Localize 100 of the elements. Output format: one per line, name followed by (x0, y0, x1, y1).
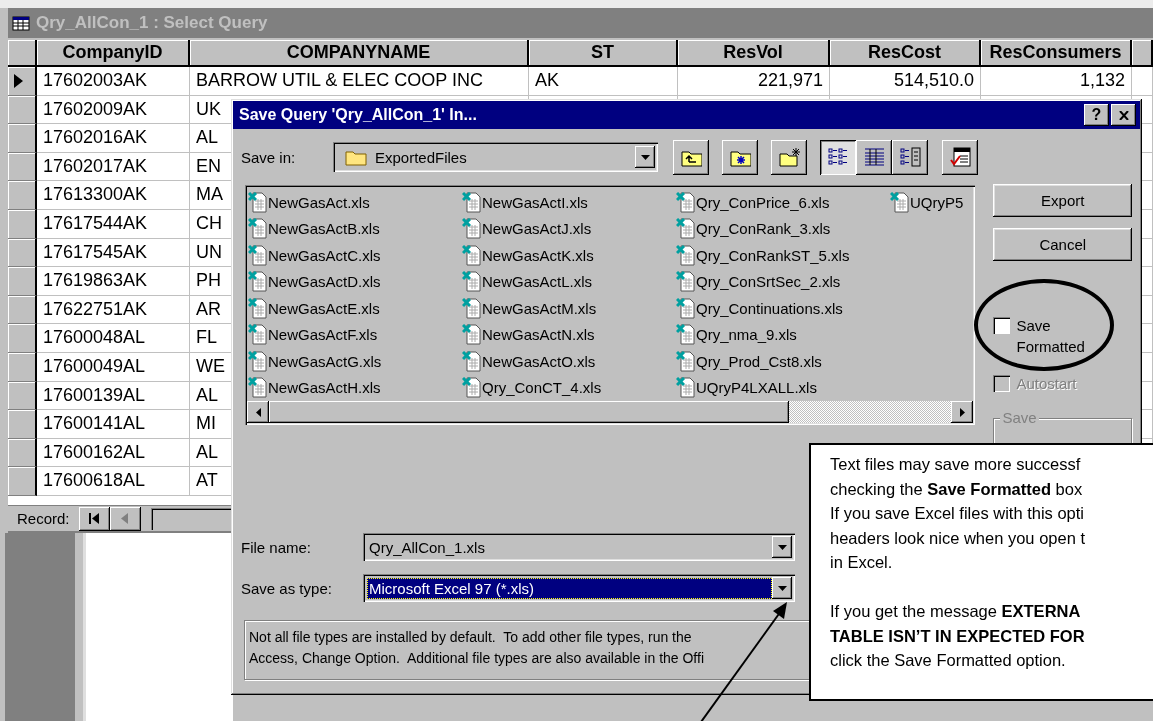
properties-view-icon (899, 147, 921, 167)
row-selector[interactable] (8, 295, 37, 325)
triangle-right-icon (960, 407, 965, 417)
toolbar-button[interactable] (722, 139, 758, 175)
scroll-thumb[interactable] (269, 401, 789, 423)
toolbar-button[interactable] (820, 139, 856, 175)
file-item[interactable]: Qry_ConSrtSec_2.xls (675, 268, 889, 295)
row-selector[interactable] (8, 438, 37, 468)
spreadsheet-file-icon (248, 218, 267, 240)
spreadsheet-file-icon (248, 191, 267, 213)
column-header[interactable]: COMPANYNAME (190, 40, 529, 67)
first-record-button[interactable] (78, 506, 110, 531)
row-selector[interactable] (8, 324, 37, 353)
row-selector[interactable] (8, 410, 37, 439)
table-cell: 17622751AK (37, 295, 190, 325)
spreadsheet-file-icon (462, 191, 481, 213)
dropdown-button[interactable] (635, 146, 655, 168)
row-selector[interactable] (8, 152, 37, 182)
dropdown-button[interactable] (772, 536, 792, 558)
file-name-label: File name: (241, 538, 313, 556)
save-in-dropdown[interactable]: ExportedFiles (333, 142, 658, 172)
file-item[interactable]: Qry_nma_9.xls (675, 321, 889, 348)
row-selector[interactable] (8, 95, 37, 125)
dropdown-button[interactable] (772, 577, 792, 599)
caret-icon (777, 585, 787, 591)
table-cell: 17602016AK (37, 124, 190, 153)
row-selector[interactable] (8, 181, 37, 210)
spreadsheet-file-icon (248, 271, 267, 293)
table-cell: BARROW UTIL & ELEC COOP INC (190, 67, 529, 96)
folder-icon (345, 148, 367, 166)
help-button[interactable]: ? (1084, 104, 1109, 126)
file-item[interactable]: Qry_ConPrice_6.xls (675, 189, 889, 216)
row-selector[interactable] (8, 124, 37, 153)
file-item[interactable]: Qry_Continuations.xls (675, 295, 889, 322)
row-selector[interactable] (8, 238, 37, 268)
file-item[interactable]: NewGasActD.xls (247, 268, 461, 295)
file-item[interactable]: NewGasActE.xls (247, 295, 461, 322)
close-icon (1118, 110, 1129, 120)
table-cell: 17617544AK (37, 209, 190, 239)
checkbox-label: Save Formatted (1016, 316, 1086, 357)
checkbox-label: Autostart (1016, 374, 1078, 394)
info-text: Access, Change Option. Additional file types are also available in the Offi (249, 649, 704, 668)
table-cell: 17600139AL (37, 381, 190, 411)
row-selector[interactable] (8, 67, 37, 96)
scroll-right-button[interactable] (951, 401, 974, 423)
table-cell: 221,971 (678, 67, 830, 96)
close-button[interactable] (1111, 104, 1136, 126)
checklist-icon (949, 147, 971, 167)
window-title: Qry_AllCon_1 : Select Query (36, 13, 268, 33)
file-item[interactable]: UQryP4LXALL.xls (675, 374, 889, 401)
dialog-title: Save Query 'Qry_AllCon_1' In... (239, 106, 478, 124)
toolbar-button[interactable] (892, 139, 928, 175)
spreadsheet-file-icon (676, 297, 695, 319)
table-cell: 17617545AK (37, 238, 190, 268)
dialog-button[interactable]: Export (993, 184, 1132, 217)
file-type-dropdown[interactable]: Microsoft Excel 97 (*.xls) (363, 574, 795, 602)
column-header[interactable]: ResVol (678, 40, 830, 67)
row-selector[interactable] (8, 267, 37, 296)
table-cell: 17600618AL (37, 467, 190, 496)
table-cell: 17600049AL (37, 352, 190, 382)
toolbar-button[interactable] (942, 139, 978, 175)
file-item[interactable]: Qry_Prod_Cst8.xls (675, 348, 889, 375)
row-selector[interactable] (8, 209, 37, 239)
details-view-icon (863, 147, 885, 167)
dialog-button[interactable]: Cancel (993, 228, 1132, 261)
triangle-left-icon (255, 407, 261, 417)
spreadsheet-file-icon (462, 297, 481, 319)
file-item[interactable]: Qry_ConRankST_5.xls (675, 242, 889, 269)
spreadsheet-file-icon (462, 350, 481, 372)
table-cell: 17602009AK (37, 95, 190, 125)
spreadsheet-file-icon (676, 324, 695, 346)
previous-record-button[interactable] (109, 506, 141, 531)
row-selector[interactable] (8, 352, 37, 382)
file-item[interactable]: NewGasActC.xls (247, 242, 461, 269)
toolbar-button[interactable] (856, 139, 892, 175)
toolbar-button[interactable] (673, 139, 709, 175)
file-name-field[interactable]: Qry_AllCon_1.xls (363, 533, 795, 561)
scroll-left-button[interactable] (247, 401, 269, 423)
toolbar-button[interactable] (771, 139, 807, 175)
file-item[interactable]: UQryP5 (889, 189, 974, 216)
column-header[interactable]: CompanyID (37, 40, 190, 67)
spreadsheet-file-icon (248, 350, 267, 372)
column-header[interactable]: ST (529, 40, 678, 67)
spreadsheet-file-icon (676, 218, 695, 240)
table-cell: 17600141AL (37, 410, 190, 439)
table-cell: 1,132 (981, 67, 1132, 96)
table-cell: 17602017AK (37, 152, 190, 182)
spreadsheet-file-icon (248, 297, 267, 319)
spreadsheet-file-icon (248, 324, 267, 346)
row-selector[interactable] (8, 467, 37, 496)
spreadsheet-file-icon (676, 244, 695, 266)
spreadsheet-file-icon (462, 218, 481, 240)
file-item[interactable]: Qry_ConRank_3.xls (675, 215, 889, 242)
spreadsheet-file-icon (462, 377, 481, 399)
spreadsheet-file-icon (462, 271, 481, 293)
column-header[interactable]: ResCost (830, 40, 981, 67)
row-selector[interactable] (8, 381, 37, 411)
datasheet-icon (12, 15, 30, 31)
column-header[interactable]: ResConsumers (981, 40, 1132, 67)
checkbox[interactable] (993, 317, 1011, 334)
